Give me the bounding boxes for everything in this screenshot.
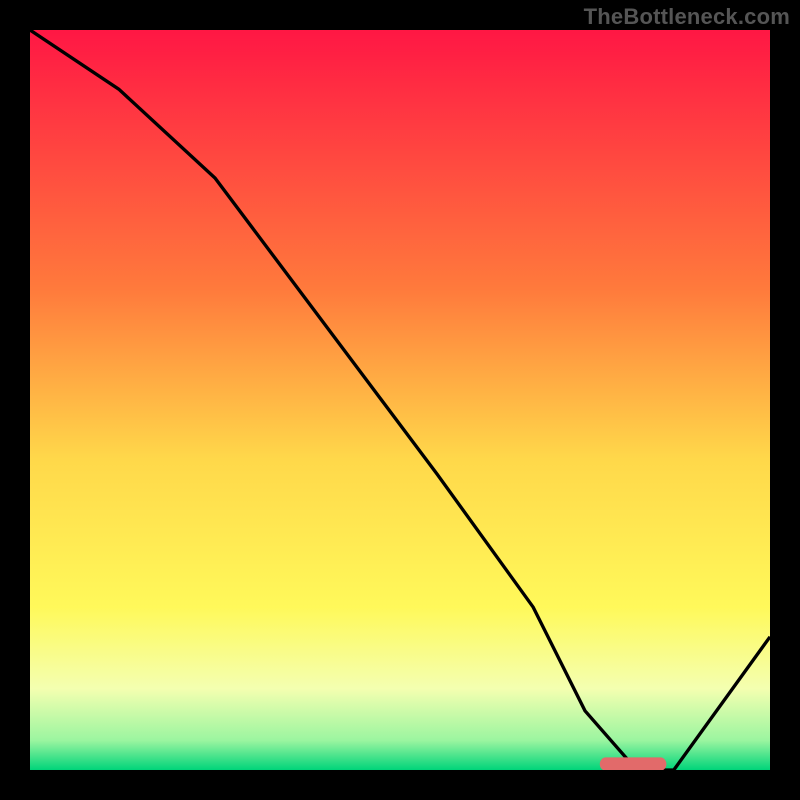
gradient-background — [30, 30, 770, 770]
plot-area — [30, 30, 770, 770]
watermark-text: TheBottleneck.com — [584, 4, 790, 30]
chart-svg — [30, 30, 770, 770]
chart-container: TheBottleneck.com — [0, 0, 800, 800]
optimal-range-marker — [600, 757, 667, 770]
